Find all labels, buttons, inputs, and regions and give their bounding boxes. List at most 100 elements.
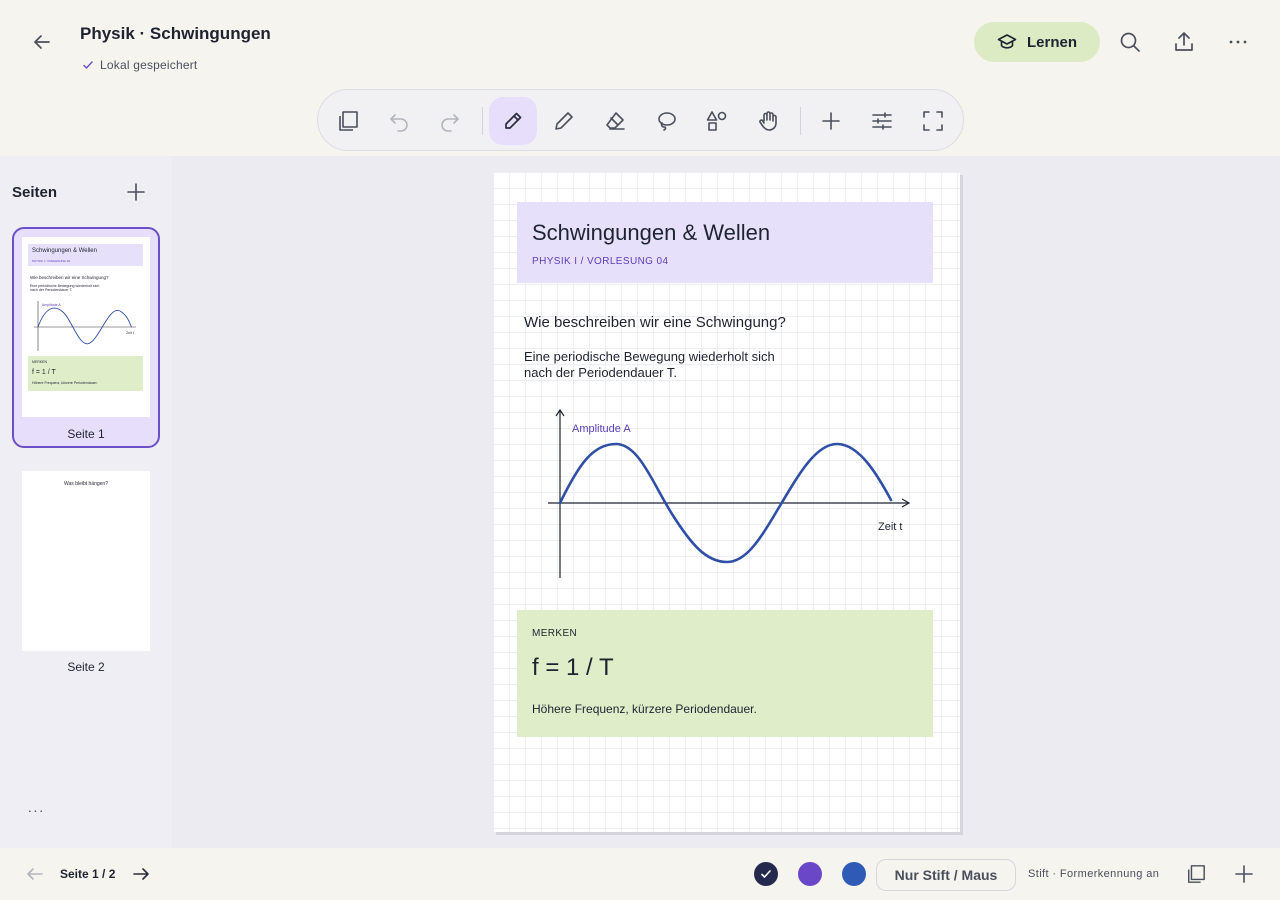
shapes-tool-button[interactable] (693, 97, 741, 145)
check-icon (761, 870, 771, 878)
copy-pages-icon (339, 111, 358, 131)
thumb-desc-line-2: nach der Periodendauer T. (30, 288, 73, 292)
sidebar-title: Seiten (12, 184, 58, 201)
pages-view-button[interactable] (324, 97, 372, 145)
page-layout-button[interactable] (1184, 862, 1208, 886)
page-thumbnail-preview: Schwingungen & Wellen PHYSIK I / VORLESU… (22, 237, 150, 417)
plus-icon (1235, 865, 1253, 883)
fullscreen-button[interactable] (909, 97, 957, 145)
axis-x-label: Zeit t (878, 521, 902, 533)
hand-tool-button[interactable] (744, 97, 792, 145)
redo-button[interactable] (426, 97, 474, 145)
description: Eine periodische Bewegung wiederholt sic… (524, 349, 775, 381)
color-swatch-navy[interactable] (754, 862, 778, 886)
arrow-right-icon (133, 868, 149, 880)
drawing-toolbar (317, 89, 964, 151)
add-page-button[interactable] (124, 180, 148, 204)
page-indicator: Seite 1 / 2 (60, 867, 116, 881)
thumb-memo-note: Höhere Frequenz, kürzere Periodendauer. (32, 381, 98, 385)
thumb-subtitle: PHYSIK I / VORLESUNG 04 (32, 259, 71, 263)
page-thumbnail-preview: Was bleibt hängen? (22, 471, 150, 651)
shapes-icon (706, 111, 727, 131)
pencil-tool-button[interactable] (540, 97, 588, 145)
sine-wave-sketch: Amplitude A Zeit t (548, 408, 911, 578)
search-icon (1120, 32, 1140, 52)
thumb-memo-formula: f = 1 / T (32, 369, 56, 376)
bottom-bar: Seite 1 / 2 Nur Stift / Maus Stift · For… (0, 848, 1280, 900)
undo-button[interactable] (375, 97, 423, 145)
pages-sidebar: Seiten Schwingungen & Wellen PHYSIK I / … (0, 156, 172, 848)
thumb-title-box: Schwingungen & Wellen PHYSIK I / VORLESU… (28, 244, 143, 266)
plus-icon (822, 112, 840, 130)
thumb-question: Was bleibt hängen? (63, 481, 108, 487)
pen-icon (505, 112, 522, 129)
copy-pages-icon (1188, 865, 1205, 883)
add-page-bottom-button[interactable] (1232, 862, 1256, 886)
save-status-label: Lokal gespeichert (100, 58, 198, 72)
page-thumbnail-2[interactable]: Was bleibt hängen? Seite 2 (14, 463, 158, 684)
lasso-icon (658, 112, 676, 131)
page-thumbnail-label: Seite 2 (67, 660, 105, 674)
page-thumbnail-label: Seite 1 (67, 427, 105, 441)
hand-icon (759, 111, 777, 131)
color-swatch-blue[interactable] (842, 862, 866, 886)
thumb-amp-label: Amplitude A (42, 303, 61, 307)
settings-sliders-button[interactable] (858, 97, 906, 145)
sliders-icon (872, 112, 892, 130)
next-page-button[interactable] (130, 863, 152, 885)
undo-icon (390, 114, 408, 132)
share-button[interactable] (1169, 27, 1199, 57)
note-page[interactable]: Schwingungen & Wellen PHYSIK I / VORLESU… (493, 172, 960, 832)
question-heading: Wie beschreiben wir eine Schwingung? (524, 314, 786, 331)
toolbar-divider (800, 107, 801, 135)
page-title: Schwingungen & Wellen (532, 220, 771, 245)
insert-button[interactable] (807, 97, 855, 145)
thumb-memo-box: MERKEN f = 1 / T Höhere Frequenz, kürzer… (28, 356, 143, 391)
graduation-cap-icon (997, 34, 1017, 49)
sidebar-more-button[interactable]: ··· (24, 802, 48, 818)
share-icon (1175, 32, 1193, 51)
search-button[interactable] (1115, 27, 1145, 57)
thumb-time-label: Zeit t (126, 331, 134, 335)
eraser-icon (606, 112, 625, 130)
eraser-tool-button[interactable] (591, 97, 639, 145)
thumb-memo-label: MERKEN (32, 360, 47, 364)
memo-label: MERKEN (532, 628, 578, 639)
more-horizontal-icon (1229, 40, 1247, 44)
canvas-area[interactable]: Schwingungen & Wellen PHYSIK I / VORLESU… (172, 156, 1280, 848)
arrow-left-icon (27, 868, 43, 880)
expand-icon (923, 111, 943, 131)
redo-icon (441, 114, 459, 132)
more-menu-button[interactable] (1223, 27, 1253, 57)
learn-button-label: Lernen (1026, 33, 1077, 51)
color-swatch-purple[interactable] (798, 862, 822, 886)
title-box: Schwingungen & Wellen PHYSIK I / VORLESU… (517, 202, 933, 283)
axis-y-label: Amplitude A (572, 423, 631, 435)
check-icon (83, 61, 93, 69)
description-line-2: nach der Periodendauer T. (524, 365, 677, 380)
document-title: Physik · Schwingungen (80, 24, 271, 43)
top-header: Physik · Schwingungen Lokal gespeichert … (0, 0, 1280, 90)
memo-formula: f = 1 / T (532, 654, 614, 681)
previous-page-button[interactable] (24, 863, 46, 885)
pen-tool-button[interactable] (489, 97, 537, 145)
pen-only-mode-button[interactable]: Nur Stift / Maus (876, 859, 1016, 891)
pencil-icon (555, 112, 573, 130)
thumb-wave-chart: Amplitude A Zeit t (34, 301, 136, 351)
save-status: Lokal gespeichert (82, 58, 197, 72)
sidebar-more-label: ··· (27, 802, 45, 818)
plus-icon (127, 183, 145, 201)
lasso-tool-button[interactable] (642, 97, 690, 145)
input-status: Stift · Formerkennung an (1028, 868, 1160, 880)
page-thumbnail-1[interactable]: Schwingungen & Wellen PHYSIK I / VORLESU… (12, 227, 160, 448)
back-button[interactable] (26, 26, 58, 58)
arrow-left-icon (34, 35, 50, 49)
toolbar-divider (482, 107, 483, 135)
learn-button[interactable]: Lernen (974, 22, 1100, 62)
memo-note: Höhere Frequenz, kürzere Periodendauer. (532, 702, 757, 716)
memo-box: MERKEN f = 1 / T Höhere Frequenz, kürzer… (517, 610, 933, 737)
thumb-title: Schwingungen & Wellen (32, 248, 97, 254)
page-subtitle: PHYSIK I / VORLESUNG 04 (532, 256, 669, 267)
description-line-1: Eine periodische Bewegung wiederholt sic… (524, 349, 775, 364)
thumb-question: Wie beschreiben wir eine Schwingung? (30, 275, 109, 280)
